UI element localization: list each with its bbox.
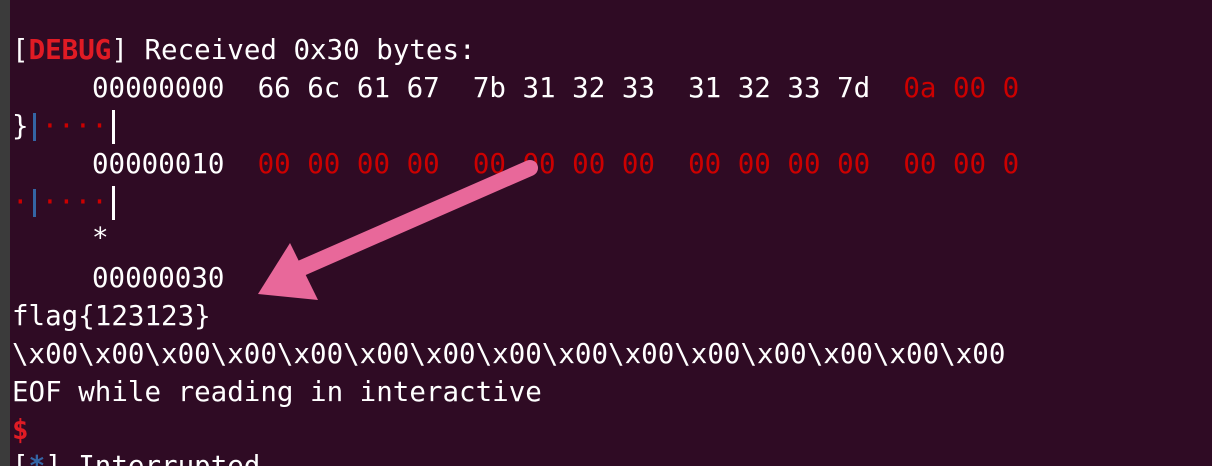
status-star: *: [28, 450, 46, 466]
ascii-end-bar: [111, 186, 115, 220]
hex-group: 0a 00 0: [903, 72, 1020, 104]
debug-tag: DEBUG: [28, 34, 112, 66]
repeat-star: *: [92, 222, 109, 254]
hexdump-ascii-row-2: · ····: [12, 183, 115, 221]
null-bytes-line: \x00\x00\x00\x00\x00\x00\x00\x00\x00\x00…: [12, 338, 1006, 370]
flag-output-line: flag{123123}: [12, 300, 211, 332]
hexdump-ascii-row-1: } ····: [12, 107, 115, 145]
shell-prompt[interactable]: $: [12, 411, 29, 449]
debug-bracket-open: [: [12, 34, 29, 66]
hexdump-offset: 00000030: [92, 262, 225, 294]
hex-group: 00 00 00 00: [257, 148, 440, 180]
interrupted-line: [*] Interrupted: [12, 447, 260, 466]
hex-group: 00 00 00 00: [688, 148, 871, 180]
received-bytes-text: Received 0x30 bytes:: [127, 34, 476, 66]
ascii-end-bar: [111, 110, 115, 144]
interrupted-text: ] Interrupted: [45, 450, 261, 466]
ascii-dot: ·: [12, 186, 29, 218]
hexdump-offset: 00000010: [92, 148, 225, 180]
ascii-char: }: [12, 110, 29, 142]
hex-group: 00 00 0: [903, 148, 1020, 180]
terminal-output[interactable]: [DEBUG] Received 0x30 bytes: 00000000 66…: [12, 0, 1212, 466]
ascii-separator: [32, 113, 36, 141]
eof-message-line: EOF while reading in interactive: [12, 376, 542, 408]
ascii-separator: [32, 189, 36, 217]
ascii-dots: ····: [41, 110, 108, 142]
window-edge: [0, 0, 10, 466]
hexdump-offset: 00000000: [92, 72, 225, 104]
debug-bracket-close: ]: [111, 34, 128, 66]
hex-group: 00 00 00 00: [472, 148, 655, 180]
hexdump-repeat-marker: *: [12, 219, 109, 257]
hexdump-row-3: 00000030: [12, 259, 224, 297]
hex-group: 66 6c 61 67: [257, 72, 440, 104]
hex-group: 7b 31 32 33: [472, 72, 655, 104]
debug-received-line: [DEBUG] Received 0x30 bytes:: [12, 31, 476, 69]
hexdump-row-1: 00000000 66 6c 61 67 7b 31 32 33 31 32 3…: [12, 69, 1019, 107]
hex-group: 31 32 33 7d: [688, 72, 871, 104]
ascii-dots: ····: [41, 186, 108, 218]
hexdump-row-2: 00000010 00 00 00 00 00 00 00 00 00 00 0…: [12, 145, 1019, 183]
status-bracket-open: [: [12, 450, 29, 466]
